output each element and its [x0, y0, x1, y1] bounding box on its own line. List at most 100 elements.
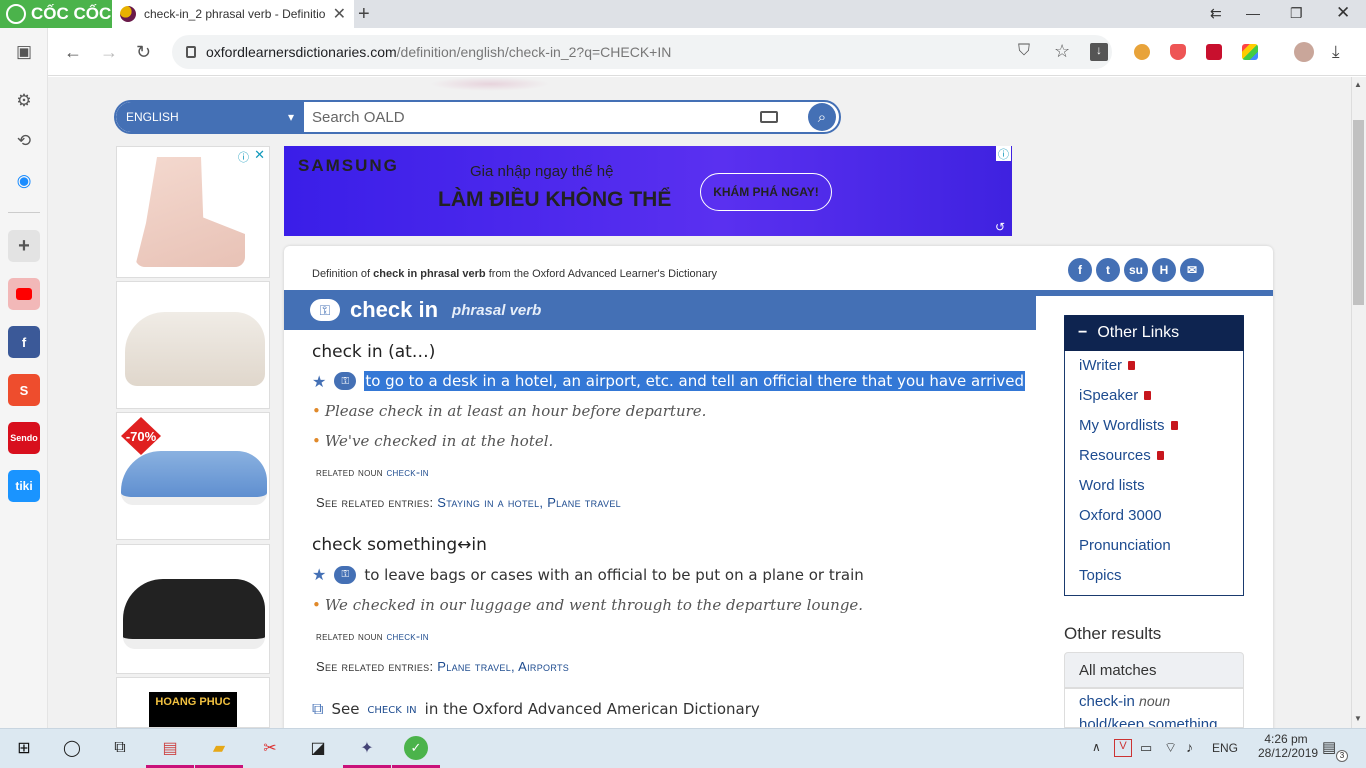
ad-info-icon[interactable]: ⓘ — [996, 146, 1011, 161]
see-entries-links[interactable]: Plane travel, Airports — [437, 659, 569, 674]
shop-logo: HOANG PHUC — [149, 692, 237, 727]
download-ext-icon[interactable]: ↓ — [1090, 43, 1108, 61]
sense-definition-row: ★ ⚿ to go to a desk in a hotel, an airpo… — [312, 371, 1026, 391]
forward-button[interactable]: → — [100, 42, 118, 63]
messenger-icon[interactable]: ◉ — [14, 171, 34, 191]
other-link-pronunciation[interactable]: Pronunciation — [1079, 537, 1171, 554]
twitter-share-icon[interactable]: t — [1096, 258, 1120, 282]
search-button[interactable]: ⌕ — [808, 103, 836, 131]
clock[interactable]: 4:26 pm 28/12/2019 — [1258, 732, 1318, 760]
shield-icon[interactable]: ⛉ — [1018, 42, 1030, 60]
settings-gear-icon[interactable]: ⚙ — [14, 91, 34, 111]
maximize-button[interactable]: ❐ — [1290, 5, 1303, 22]
other-link-topics[interactable]: Topics — [1079, 567, 1122, 584]
sense-title: check in (at…) — [312, 342, 436, 362]
adchoices-icon[interactable]: ⓘ — [238, 149, 249, 165]
wifi-icon[interactable]: ⌔ — [1164, 739, 1177, 757]
ad-close-icon[interactable]: ✕ — [254, 147, 265, 163]
example: • We've checked in at the hotel. — [312, 432, 554, 450]
youtube-icon[interactable] — [8, 278, 40, 310]
other-links-header[interactable]: − Other Links — [1064, 315, 1244, 351]
example-text: We've checked in at the hotel. — [324, 432, 554, 450]
language-dropdown[interactable]: ENGLISH ▾ — [116, 102, 304, 132]
all-matches-tab[interactable]: All matches — [1064, 652, 1244, 688]
history-icon[interactable]: ⟲ — [14, 131, 34, 151]
other-link-my-wordlists[interactable]: My Wordlists — [1079, 417, 1178, 434]
battery-icon[interactable]: ▭ — [1140, 740, 1152, 756]
oxford3000-key-icon: ⚿ — [310, 299, 340, 321]
extension-color-icon[interactable] — [1242, 44, 1258, 60]
result-item[interactable]: check-in noun — [1065, 689, 1243, 714]
facebook-icon[interactable]: f — [8, 326, 40, 358]
add-shortcut-button[interactable]: + — [8, 230, 40, 262]
scroll-down-icon[interactable]: ▼ — [1354, 714, 1362, 723]
header-logo-fragment — [430, 77, 550, 91]
sidebar-toggle-icon[interactable]: ▣ — [14, 42, 34, 62]
shoe-ad-boots[interactable]: ⓘ ✕ — [116, 146, 270, 278]
tray-chevron-icon[interactable]: ∧ — [1092, 740, 1101, 754]
close-window-button[interactable]: ✕ — [1336, 3, 1350, 23]
shoe-ad-sneaker-white[interactable] — [116, 281, 270, 409]
sense-definition: to go to a desk in a hotel, an airport, … — [364, 371, 1026, 391]
file-explorer-icon[interactable]: ▰ — [207, 736, 231, 760]
link-label: Word lists — [1079, 477, 1145, 494]
other-link-ispeaker[interactable]: iSpeaker — [1079, 387, 1152, 404]
downloads-icon[interactable]: ⤓ — [1332, 42, 1340, 62]
american-link[interactable]: check in — [367, 701, 416, 717]
other-link-oxford-3000[interactable]: Oxford 3000 — [1079, 507, 1162, 524]
browser-logo[interactable]: CỐC CỐC — [0, 0, 112, 28]
app-icon-paint[interactable]: ✦ — [355, 736, 379, 760]
shop-ad-hoangphuc[interactable]: HOANG PHUC — [116, 677, 270, 728]
related-noun-link[interactable]: check-in — [386, 465, 428, 479]
notification-center-icon[interactable]: ▤ — [1322, 738, 1336, 756]
extension-icon[interactable] — [1134, 44, 1150, 60]
keyboard-icon[interactable] — [760, 111, 778, 123]
ad-replay-icon[interactable]: ↺ — [995, 220, 1005, 234]
see-entries-links[interactable]: Staying in a hotel, Plane travel — [437, 495, 621, 510]
other-link-word-lists[interactable]: Word lists — [1079, 477, 1145, 494]
facebook-share-icon[interactable]: f — [1068, 258, 1092, 282]
app-icon-tool[interactable]: ▤ — [158, 736, 182, 760]
result-item[interactable]: hold/keep something — [1065, 714, 1243, 727]
ad-cta-button[interactable]: KHÁM PHÁ NGAY! — [700, 173, 832, 211]
sendo-icon[interactable]: Sendo — [8, 422, 40, 454]
adblock-icon[interactable] — [1170, 44, 1186, 60]
minimize-button[interactable]: — — [1246, 5, 1260, 21]
tiki-icon[interactable]: tiki — [8, 470, 40, 502]
coccoc-taskbar-icon[interactable]: ✓ — [404, 736, 428, 760]
profile-avatar[interactable] — [1294, 42, 1314, 62]
bookmark-star-icon[interactable]: ☆ — [1054, 41, 1070, 62]
shoe-ad-sneaker-blue[interactable]: -70% — [116, 412, 270, 540]
search-circle-icon[interactable]: ◯ — [60, 736, 84, 760]
other-link-iwriter[interactable]: iWriter — [1079, 357, 1136, 374]
new-tab-button[interactable]: + — [358, 3, 370, 26]
close-tab-icon[interactable]: ✕ — [333, 4, 346, 24]
related-noun-link[interactable]: check-in — [386, 629, 428, 643]
windows-start-icon[interactable]: ⊞ — [12, 736, 36, 760]
hi-share-icon[interactable]: H — [1152, 258, 1176, 282]
shopee-icon[interactable]: S — [8, 374, 40, 406]
shoe-ad-sneaker-black[interactable] — [116, 544, 270, 674]
tray-app-icon[interactable]: V — [1114, 739, 1132, 757]
input-language[interactable]: ENG — [1212, 741, 1238, 755]
browser-tab[interactable]: check-in_2 phrasal verb - Definitio ✕ — [112, 0, 354, 28]
app-icon-snip[interactable]: ✂ — [258, 736, 282, 760]
stumbleupon-share-icon[interactable]: su — [1124, 258, 1148, 282]
volume-icon[interactable]: ♪ — [1186, 739, 1193, 755]
reload-button[interactable]: ↻ — [136, 42, 151, 63]
example: • Please check in at least an hour before… — [312, 402, 707, 420]
address-bar[interactable]: oxfordlearnersdictionaries.com/definitio… — [172, 35, 1112, 69]
other-link-resources[interactable]: Resources — [1079, 447, 1164, 464]
back-button[interactable]: ← — [64, 42, 82, 63]
headword-bar: ⚿ check in phrasal verb — [284, 290, 1036, 330]
email-share-icon[interactable]: ✉ — [1180, 258, 1204, 282]
lock-icon — [186, 46, 196, 58]
extension-red-icon[interactable] — [1206, 44, 1222, 60]
search-input[interactable] — [304, 102, 760, 132]
task-view-icon[interactable]: ⧉ — [108, 736, 132, 760]
scrollbar-thumb[interactable] — [1353, 120, 1364, 305]
restore-tabs-icon[interactable]: ⇇ — [1210, 5, 1222, 22]
link-label: My Wordlists — [1079, 417, 1165, 434]
scroll-up-icon[interactable]: ▲ — [1354, 80, 1362, 89]
sticky-notes-icon[interactable]: ◪ — [306, 736, 330, 760]
